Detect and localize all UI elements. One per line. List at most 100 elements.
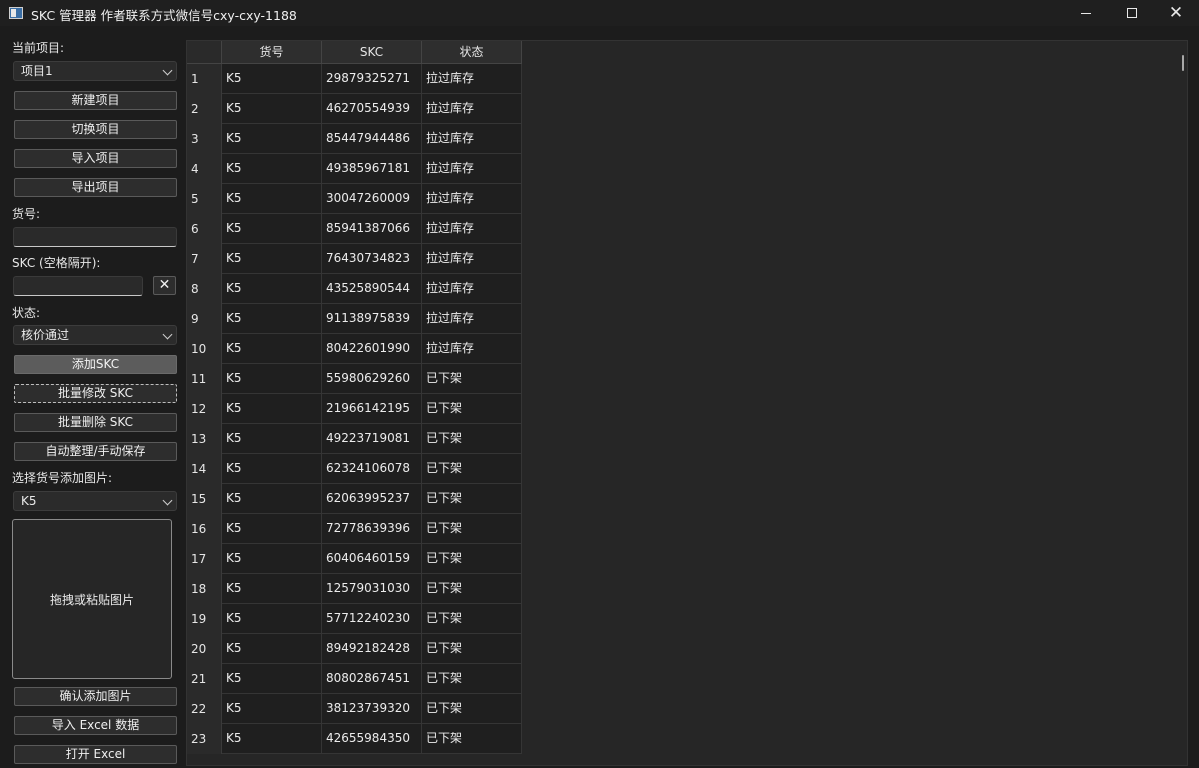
skc-cell[interactable]: 80422601990: [322, 334, 422, 364]
maximize-button[interactable]: [1109, 0, 1155, 26]
close-button[interactable]: ✕: [1153, 0, 1199, 26]
skc-cell[interactable]: 62063995237: [322, 484, 422, 514]
table-row[interactable]: 19 K5 57712240230 已下架: [187, 604, 522, 634]
open-excel-button[interactable]: 打开 Excel: [14, 745, 177, 764]
sku-cell[interactable]: K5: [222, 574, 322, 604]
project-select[interactable]: 项目1: [13, 61, 177, 81]
status-select[interactable]: 核价通过: [13, 325, 177, 345]
table-row[interactable]: 15 K5 62063995237 已下架: [187, 484, 522, 514]
skc-table[interactable]: 货号 SKC 状态 1 K5 29879325271 拉过库存 2 K5 462705549…: [186, 40, 1188, 766]
skc-cell[interactable]: 85447944486: [322, 124, 422, 154]
table-row[interactable]: 17 K5 60406460159 已下架: [187, 544, 522, 574]
row-number[interactable]: 21: [187, 664, 222, 694]
row-number[interactable]: 16: [187, 514, 222, 544]
status-cell[interactable]: 拉过库存: [422, 154, 522, 184]
switch-project-button[interactable]: 切换项目: [14, 120, 177, 139]
batch-modify-skc-button[interactable]: 批量修改 SKC: [14, 384, 177, 403]
column-header-status[interactable]: 状态: [422, 41, 522, 64]
skc-cell[interactable]: 21966142195: [322, 394, 422, 424]
table-row[interactable]: 6 K5 85941387066 拉过库存: [187, 214, 522, 244]
sku-cell[interactable]: K5: [222, 604, 322, 634]
row-number[interactable]: 13: [187, 424, 222, 454]
row-number[interactable]: 17: [187, 544, 222, 574]
table-row[interactable]: 20 K5 89492182428 已下架: [187, 634, 522, 664]
status-cell[interactable]: 已下架: [422, 664, 522, 694]
skc-cell[interactable]: 62324106078: [322, 454, 422, 484]
sku-cell[interactable]: K5: [222, 334, 322, 364]
status-cell[interactable]: 已下架: [422, 574, 522, 604]
sku-cell[interactable]: K5: [222, 364, 322, 394]
row-number[interactable]: 7: [187, 244, 222, 274]
minimize-button[interactable]: [1063, 0, 1109, 26]
table-row[interactable]: 7 K5 76430734823 拉过库存: [187, 244, 522, 274]
table-row[interactable]: 3 K5 85447944486 拉过库存: [187, 124, 522, 154]
status-cell[interactable]: 拉过库存: [422, 184, 522, 214]
skc-input[interactable]: [13, 276, 143, 296]
sku-cell[interactable]: K5: [222, 64, 322, 94]
sku-cell[interactable]: K5: [222, 454, 322, 484]
status-cell[interactable]: 已下架: [422, 454, 522, 484]
sku-cell[interactable]: K5: [222, 184, 322, 214]
sku-cell[interactable]: K5: [222, 424, 322, 454]
row-number[interactable]: 9: [187, 304, 222, 334]
column-header-skc[interactable]: SKC: [322, 41, 422, 64]
row-number[interactable]: 15: [187, 484, 222, 514]
confirm-add-image-button[interactable]: 确认添加图片: [14, 687, 177, 706]
row-number[interactable]: 4: [187, 154, 222, 184]
table-row[interactable]: 13 K5 49223719081 已下架: [187, 424, 522, 454]
skc-cell[interactable]: 12579031030: [322, 574, 422, 604]
table-row[interactable]: 16 K5 72778639396 已下架: [187, 514, 522, 544]
table-row[interactable]: 8 K5 43525890544 拉过库存: [187, 274, 522, 304]
skc-cell[interactable]: 42655984350: [322, 724, 422, 754]
row-number[interactable]: 22: [187, 694, 222, 724]
sku-cell[interactable]: K5: [222, 274, 322, 304]
sku-cell[interactable]: K5: [222, 124, 322, 154]
import-project-button[interactable]: 导入项目: [14, 149, 177, 168]
sku-cell[interactable]: K5: [222, 304, 322, 334]
export-project-button[interactable]: 导出项目: [14, 178, 177, 197]
table-row[interactable]: 11 K5 55980629260 已下架: [187, 364, 522, 394]
table-row[interactable]: 12 K5 21966142195 已下架: [187, 394, 522, 424]
status-cell[interactable]: 已下架: [422, 364, 522, 394]
vertical-scrollbar[interactable]: [1182, 55, 1184, 71]
skc-cell[interactable]: 46270554939: [322, 94, 422, 124]
skc-cell[interactable]: 43525890544: [322, 274, 422, 304]
sku-cell[interactable]: K5: [222, 214, 322, 244]
status-cell[interactable]: 拉过库存: [422, 94, 522, 124]
skc-cell[interactable]: 38123739320: [322, 694, 422, 724]
row-number[interactable]: 1: [187, 64, 222, 94]
status-cell[interactable]: 拉过库存: [422, 64, 522, 94]
row-number[interactable]: 14: [187, 454, 222, 484]
table-row[interactable]: 5 K5 30047260009 拉过库存: [187, 184, 522, 214]
sku-cell[interactable]: K5: [222, 724, 322, 754]
table-row[interactable]: 18 K5 12579031030 已下架: [187, 574, 522, 604]
skc-cell[interactable]: 91138975839: [322, 304, 422, 334]
status-cell[interactable]: 拉过库存: [422, 244, 522, 274]
add-skc-button[interactable]: 添加SKC: [14, 355, 177, 374]
sku-cell[interactable]: K5: [222, 244, 322, 274]
row-number[interactable]: 20: [187, 634, 222, 664]
status-cell[interactable]: 已下架: [422, 394, 522, 424]
status-cell[interactable]: 已下架: [422, 724, 522, 754]
sku-cell[interactable]: K5: [222, 514, 322, 544]
status-cell[interactable]: 已下架: [422, 424, 522, 454]
sku-cell[interactable]: K5: [222, 544, 322, 574]
column-header-sku[interactable]: 货号: [222, 41, 322, 64]
row-number[interactable]: 12: [187, 394, 222, 424]
status-cell[interactable]: 已下架: [422, 484, 522, 514]
status-cell[interactable]: 拉过库存: [422, 214, 522, 244]
clear-skc-button[interactable]: ✕: [153, 276, 176, 295]
skc-cell[interactable]: 60406460159: [322, 544, 422, 574]
status-cell[interactable]: 拉过库存: [422, 304, 522, 334]
new-project-button[interactable]: 新建项目: [14, 91, 177, 110]
row-number[interactable]: 18: [187, 574, 222, 604]
skc-cell[interactable]: 30047260009: [322, 184, 422, 214]
status-cell[interactable]: 已下架: [422, 514, 522, 544]
image-sku-select[interactable]: K5: [13, 491, 177, 511]
table-row[interactable]: 1 K5 29879325271 拉过库存: [187, 64, 522, 94]
skc-cell[interactable]: 89492182428: [322, 634, 422, 664]
sku-cell[interactable]: K5: [222, 94, 322, 124]
skc-cell[interactable]: 55980629260: [322, 364, 422, 394]
row-number[interactable]: 6: [187, 214, 222, 244]
table-row[interactable]: 2 K5 46270554939 拉过库存: [187, 94, 522, 124]
